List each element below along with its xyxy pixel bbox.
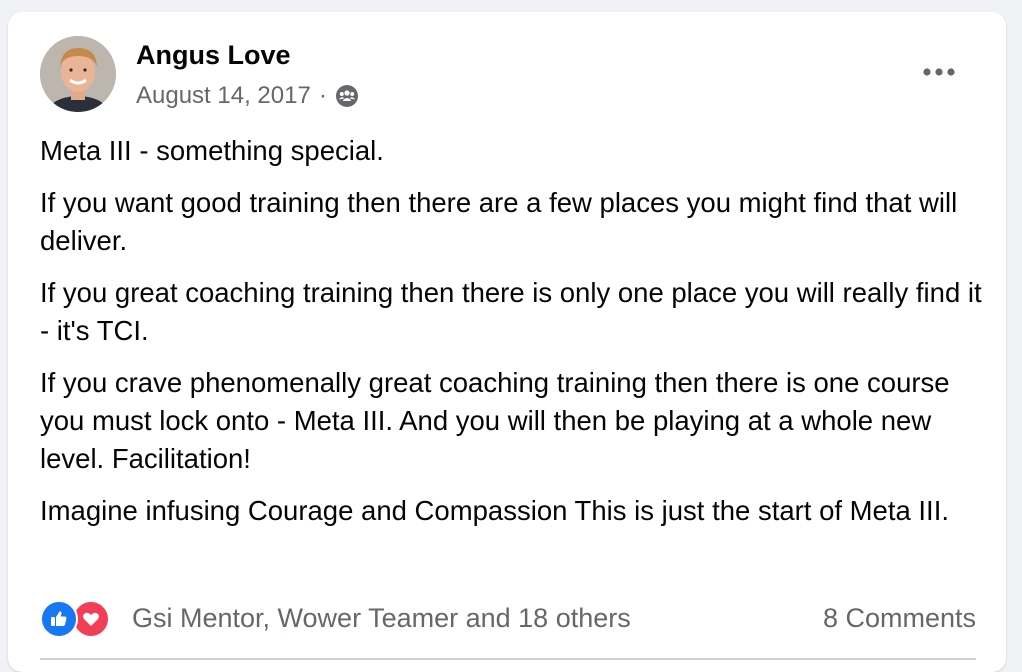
author-name[interactable]: Angus Love <box>136 40 291 71</box>
reaction-icons <box>40 600 114 638</box>
post-paragraph: Imagine infusing Courage and Compassion … <box>40 495 949 526</box>
like-reaction-icon <box>40 600 78 638</box>
meta-separator: · <box>318 82 327 109</box>
post-date[interactable]: August 14, 2017 <box>136 82 311 110</box>
post-paragraph: If you crave phenomenally great coaching… <box>40 367 950 474</box>
post-paragraph: If you great coaching training then ther… <box>40 277 982 346</box>
reactions-summary[interactable]: Gsi Mentor, Wower Teamer and 18 others <box>40 600 631 638</box>
comments-count-link[interactable]: 8 Comments <box>823 603 976 634</box>
post-paragraph: Meta III - something special. <box>40 135 384 166</box>
more-horizontal-icon <box>923 68 955 76</box>
post-text: Meta III - something special. If you wan… <box>40 132 990 544</box>
post-card: Angus Love August 14, 2017 · Meta III - … <box>8 12 1006 672</box>
group-audience-icon[interactable] <box>335 84 359 108</box>
post-paragraph: If you want good training then there are… <box>40 187 958 256</box>
avatar[interactable] <box>40 36 116 112</box>
more-options-button[interactable] <box>914 56 964 88</box>
post-meta: August 14, 2017 · <box>136 82 359 110</box>
reactions-text[interactable]: Gsi Mentor, Wower Teamer and 18 others <box>132 603 631 634</box>
post-footer: Gsi Mentor, Wower Teamer and 18 others 8… <box>40 596 976 640</box>
